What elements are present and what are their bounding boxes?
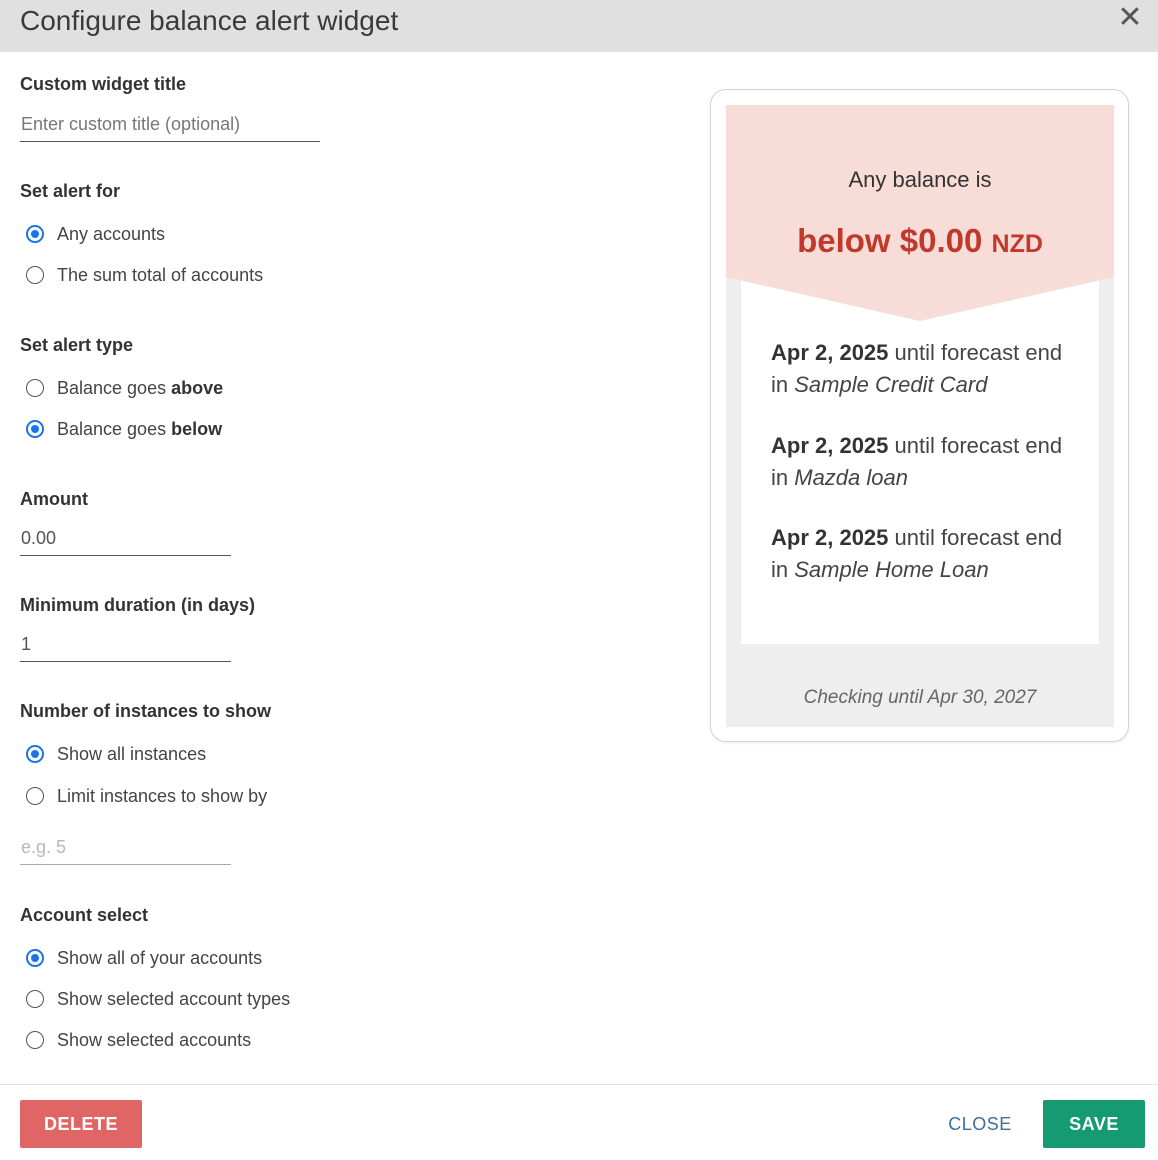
- preview-amount-value: below $0.00: [797, 222, 983, 259]
- radio-label: Balance goes below: [57, 419, 222, 440]
- radio-label: Show all instances: [57, 743, 207, 764]
- alert-type-below[interactable]: Balance goes below: [26, 417, 222, 441]
- instances-limit[interactable]: Limit instances to show by: [26, 784, 267, 808]
- close-button[interactable]: CLOSE: [930, 1100, 1030, 1148]
- preview-instance: Apr 2, 2025 until forecast end in Sample…: [771, 337, 1071, 401]
- footer-divider: [0, 1084, 1158, 1085]
- close-icon[interactable]: ✕: [1116, 3, 1144, 33]
- account-select-types[interactable]: Show selected account types: [26, 987, 290, 1011]
- radio-label-prefix: Balance goes: [57, 377, 167, 398]
- radio-checked-icon[interactable]: [26, 745, 44, 763]
- preview-currency: NZD: [991, 230, 1043, 258]
- min-duration-input[interactable]: [20, 634, 231, 662]
- radio-checked-icon[interactable]: [26, 420, 44, 438]
- radio-checked-icon[interactable]: [26, 225, 44, 243]
- radio-label: The sum total of accounts: [57, 264, 264, 285]
- radio-label: Any accounts: [57, 223, 166, 244]
- radio-label-emphasis: above: [171, 377, 224, 398]
- radio-unchecked-icon[interactable]: [26, 1031, 44, 1049]
- instances-show-all[interactable]: Show all instances: [26, 742, 206, 766]
- radio-checked-icon[interactable]: [26, 949, 44, 967]
- radio-label: Show selected accounts: [57, 1029, 252, 1050]
- custom-title-input[interactable]: [20, 114, 320, 142]
- alert-for-any-accounts[interactable]: Any accounts: [26, 222, 165, 246]
- alert-type-label: Set alert type: [20, 335, 134, 355]
- alert-banner: Any balance is below $0.00 NZD: [726, 105, 1114, 321]
- alert-for-sum-total[interactable]: The sum total of accounts: [26, 263, 263, 287]
- radio-label-prefix: Balance goes: [57, 418, 167, 439]
- instance-date: Apr 2, 2025: [771, 525, 889, 550]
- account-select-label: Account select: [20, 905, 149, 925]
- radio-label: Show all of your accounts: [57, 947, 263, 968]
- alert-for-label: Set alert for: [20, 181, 121, 201]
- instance-account: Sample Home Loan: [794, 557, 989, 582]
- amount-input[interactable]: [20, 528, 231, 556]
- min-duration-label: Minimum duration (in days): [20, 595, 256, 615]
- amount-label: Amount: [20, 489, 88, 509]
- custom-title-label: Custom widget title: [20, 74, 186, 94]
- radio-unchecked-icon[interactable]: [26, 379, 44, 397]
- account-select-all[interactable]: Show all of your accounts: [26, 946, 262, 970]
- preview-instance: Apr 2, 2025 until forecast end in Mazda …: [771, 430, 1071, 494]
- radio-unchecked-icon[interactable]: [26, 990, 44, 1008]
- alert-type-above[interactable]: Balance goes above: [26, 376, 223, 400]
- save-button[interactable]: SAVE: [1043, 1100, 1145, 1148]
- instance-account: Sample Credit Card: [794, 372, 988, 397]
- radio-unchecked-icon[interactable]: [26, 266, 44, 284]
- account-select-accounts[interactable]: Show selected accounts: [26, 1028, 251, 1052]
- instance-date: Apr 2, 2025: [771, 340, 889, 365]
- radio-label: Show selected account types: [57, 988, 291, 1009]
- instances-label: Number of instances to show: [20, 701, 272, 721]
- preview-checking-until: Checking until Apr 30, 2027: [803, 687, 1037, 708]
- alert-banner-shape: [726, 105, 1114, 321]
- preview-amount: below $0.00 NZD: [726, 222, 1114, 260]
- instance-account: Mazda loan: [794, 465, 908, 490]
- radio-label: Limit instances to show by: [57, 785, 268, 806]
- radio-label-emphasis: below: [171, 418, 223, 439]
- radio-label: Balance goes above: [57, 378, 223, 399]
- dialog-header: Configure balance alert widget ✕: [0, 0, 1158, 52]
- preview-instance: Apr 2, 2025 until forecast end in Sample…: [771, 522, 1071, 586]
- radio-unchecked-icon[interactable]: [26, 787, 44, 805]
- delete-button[interactable]: DELETE: [20, 1100, 142, 1148]
- instances-limit-input[interactable]: [20, 837, 231, 865]
- instance-date: Apr 2, 2025: [771, 433, 889, 458]
- preview-heading: Any balance is: [848, 167, 992, 192]
- widget-preview-card: Any balance is below $0.00 NZD Apr 2, 20…: [710, 89, 1129, 742]
- dialog-title: Configure balance alert widget: [20, 5, 399, 36]
- widget-preview: Any balance is below $0.00 NZD Apr 2, 20…: [726, 105, 1114, 727]
